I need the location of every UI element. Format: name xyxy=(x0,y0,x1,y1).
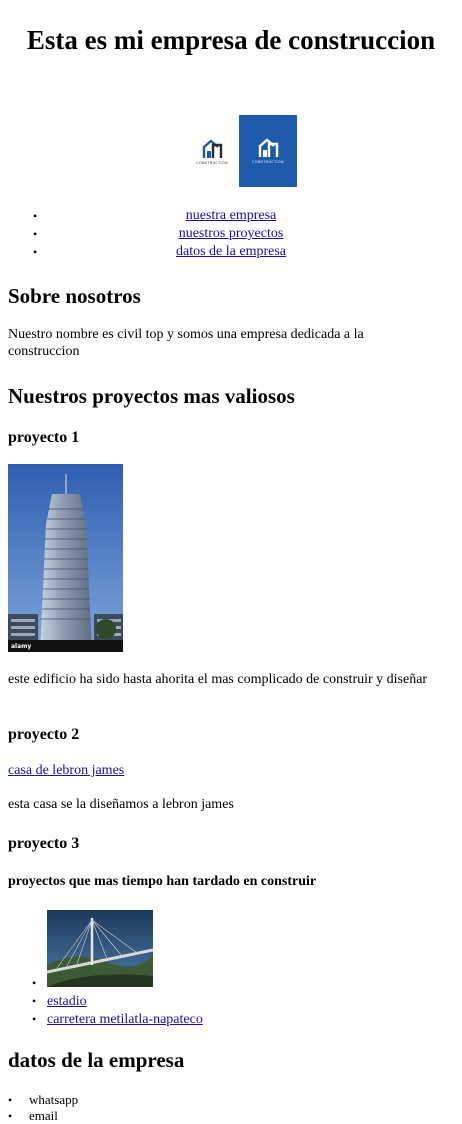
project-2-title: proyecto 2 xyxy=(8,726,80,743)
list-item: • carretera metilatla-napateco xyxy=(0,1011,462,1029)
list-item: • xyxy=(0,975,462,993)
nav-link-datos-empresa[interactable]: datos de la empresa xyxy=(176,244,286,259)
list-item: • email xyxy=(0,1108,462,1124)
project-1-image: alamy xyxy=(8,464,123,652)
bullet-icon: • xyxy=(33,227,38,241)
project-2-caption: esta casa se la diseñamos a lebron james xyxy=(8,797,234,812)
bullet-icon: • xyxy=(32,976,37,990)
lebron-house-link[interactable]: casa de lebron james xyxy=(8,763,124,779)
bullet-icon: • xyxy=(8,1093,13,1107)
about-text: Nuestro nombre es civil top y somos una … xyxy=(8,327,364,359)
contact-whatsapp: whatsapp xyxy=(29,1092,79,1107)
company-logo: CONSTRUCTION xyxy=(190,130,234,174)
contact-email: email xyxy=(29,1108,58,1123)
logo-caption: CONSTRUCTION xyxy=(196,161,228,165)
bullet-icon: • xyxy=(33,209,38,223)
nav-link-nuestra-empresa[interactable]: nuestra empresa xyxy=(186,208,277,223)
list-item: • estadio xyxy=(0,993,462,1011)
project-1-caption: este edificio ha sido hasta ahorita el m… xyxy=(8,672,428,687)
project-3-list: • • estadio • carretera metilatla-napateco xyxy=(0,975,462,1029)
project-1-title: proyecto 1 xyxy=(8,429,80,446)
about-heading: Sobre nosotros xyxy=(8,284,141,308)
house-logo-icon xyxy=(258,138,279,157)
nav-item: • datos de la empresa xyxy=(0,243,462,261)
main-nav: • nuestra empresa • nuestros proyectos • da… xyxy=(0,207,462,261)
company-heading: datos de la empresa xyxy=(8,1048,185,1072)
image-watermark: alamy xyxy=(11,643,32,650)
estadio-link[interactable]: estadio xyxy=(47,994,87,1009)
page-title: Esta es mi empresa de construccion xyxy=(26,25,436,55)
project-3-title: proyecto 3 xyxy=(8,835,80,852)
contact-list: • whatsapp • email xyxy=(0,1092,462,1124)
company-logo-blue: CONSTRUCTION xyxy=(239,115,297,187)
list-item: • whatsapp xyxy=(0,1092,462,1108)
projects-heading: Nuestros proyectos mas valiosos xyxy=(8,384,295,408)
bullet-icon: • xyxy=(33,245,38,259)
house-logo-icon xyxy=(202,139,223,158)
bullet-icon: • xyxy=(8,1109,13,1123)
carretera-link[interactable]: carretera metilatla-napateco xyxy=(47,1012,203,1027)
project-3-subtitle: proyectos que mas tiempo han tardado en … xyxy=(8,874,317,889)
nav-item: • nuestros proyectos xyxy=(0,225,462,243)
logo-caption: CONSTRUCTION xyxy=(252,160,284,164)
bullet-icon: • xyxy=(32,1012,37,1026)
bullet-icon: • xyxy=(32,994,37,1008)
nav-item: • nuestra empresa xyxy=(0,207,462,225)
nav-link-nuestros-proyectos[interactable]: nuestros proyectos xyxy=(179,226,284,241)
skyscraper-image xyxy=(8,464,123,652)
